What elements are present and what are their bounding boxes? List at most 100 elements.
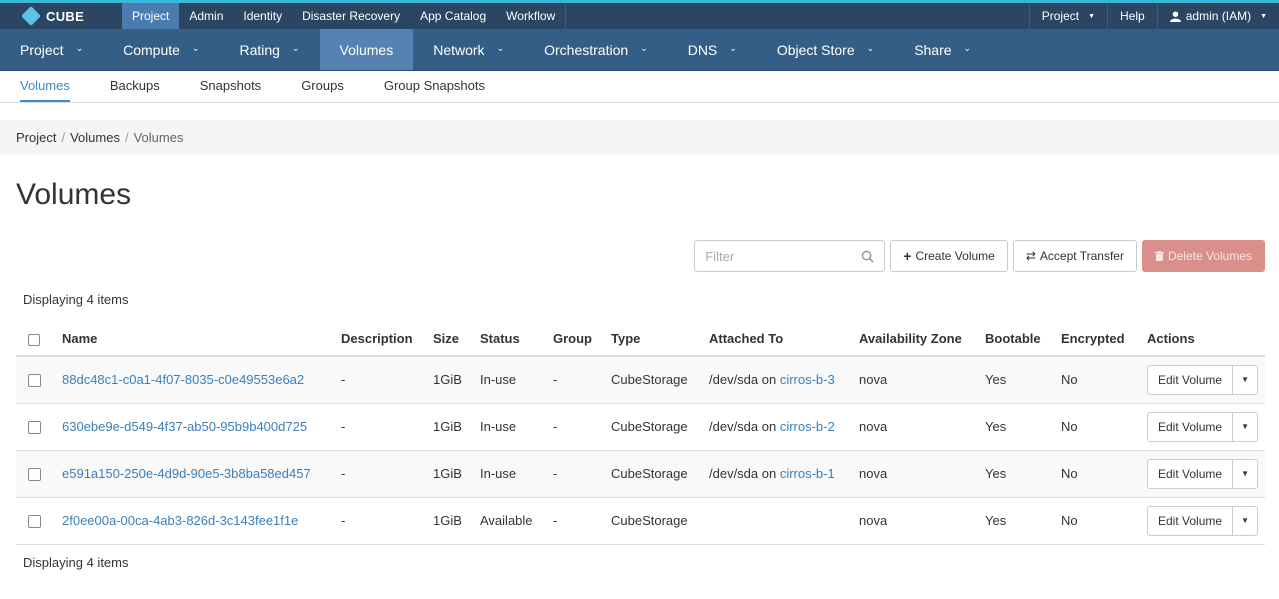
volume-attached-to: /dev/sda on cirros-b-3 xyxy=(703,356,853,404)
volume-status: In-use xyxy=(474,403,547,451)
top-menu-app-catalog[interactable]: App Catalog xyxy=(410,3,496,29)
row-checkbox[interactable] xyxy=(28,421,41,435)
edit-volume-button[interactable]: Edit Volume xyxy=(1147,505,1234,536)
create-volume-button[interactable]: + Create Volume xyxy=(890,240,1008,272)
accept-transfer-button[interactable]: ⇄ Accept Transfer xyxy=(1012,240,1137,272)
chevron-down-icon: ⌄ xyxy=(729,43,737,53)
caret-down-icon[interactable]: ▼ xyxy=(1233,505,1259,536)
table-row: 2f0ee00a-00ca-4ab3-826d-3c143fee1f1e - 1… xyxy=(16,497,1265,545)
col-status[interactable]: Status xyxy=(474,322,547,357)
col-encrypted[interactable]: Encrypted xyxy=(1055,322,1141,357)
create-volume-label: Create Volume xyxy=(915,249,995,263)
volume-name-link[interactable]: 630ebe9e-d549-4f37-ab50-95b9b400d725 xyxy=(62,419,307,434)
edit-volume-button[interactable]: Edit Volume xyxy=(1147,411,1234,442)
volume-name-link[interactable]: e591a150-250e-4d9d-90e5-3b8ba58ed457 xyxy=(62,466,311,481)
volume-description: - xyxy=(335,497,427,545)
nav-dns[interactable]: DNS ⌄ xyxy=(668,29,757,70)
attached-instance-link[interactable]: cirros-b-2 xyxy=(780,419,835,434)
nav-dns-label: DNS xyxy=(687,41,718,58)
attached-device: /dev/sda on xyxy=(709,419,780,434)
tab-group-snapshots[interactable]: Group Snapshots xyxy=(384,71,485,102)
caret-down-icon[interactable]: ▼ xyxy=(1233,411,1259,442)
breadcrumb: Project / Volumes / Volumes xyxy=(0,120,1279,155)
nav-project[interactable]: Project ⌄ xyxy=(0,29,103,70)
col-group[interactable]: Group xyxy=(547,322,605,357)
nav-compute-label: Compute xyxy=(123,41,180,58)
nav-network[interactable]: Network ⌄ xyxy=(413,29,524,70)
search-icon[interactable] xyxy=(861,250,874,263)
volume-type: CubeStorage xyxy=(605,450,703,498)
select-all-checkbox[interactable] xyxy=(28,333,40,346)
chevron-down-icon: ⌄ xyxy=(496,43,505,53)
col-attached-to[interactable]: Attached To xyxy=(703,322,853,357)
row-checkbox[interactable] xyxy=(28,374,41,388)
volume-type: CubeStorage xyxy=(605,497,703,545)
chevron-down-icon: ⌄ xyxy=(291,43,300,53)
volume-attached-to: /dev/sda on cirros-b-2 xyxy=(703,403,853,451)
col-type[interactable]: Type xyxy=(605,322,703,357)
filter-box xyxy=(694,240,886,272)
edit-volume-button[interactable]: Edit Volume xyxy=(1147,458,1234,489)
filter-input[interactable] xyxy=(705,248,846,264)
nav-object-store[interactable]: Object Store ⌄ xyxy=(757,29,894,70)
volume-zone: nova xyxy=(853,356,979,404)
user-icon xyxy=(1169,10,1181,22)
row-select-cell xyxy=(16,403,56,451)
table-actions: + Create Volume ⇄ Accept Transfer Delete… xyxy=(0,240,1265,272)
chevron-down-icon: ⌄ xyxy=(191,43,200,53)
volume-bootable: Yes xyxy=(979,356,1055,404)
col-availability-zone[interactable]: Availability Zone xyxy=(853,322,979,357)
row-checkbox[interactable] xyxy=(28,515,41,529)
top-menu-identity[interactable]: Identity xyxy=(233,3,292,29)
tab-snapshots[interactable]: Snapshots xyxy=(200,71,261,102)
row-checkbox[interactable] xyxy=(28,468,41,482)
attached-instance-link[interactable]: cirros-b-1 xyxy=(780,466,835,481)
volume-name-link[interactable]: 2f0ee00a-00ca-4ab3-826d-3c143fee1f1e xyxy=(62,513,298,528)
project-selector-label: Project xyxy=(1041,9,1080,23)
delete-volumes-button[interactable]: Delete Volumes xyxy=(1141,240,1265,272)
volume-zone: nova xyxy=(853,403,979,451)
row-actions-cell: Edit Volume ▼ xyxy=(1141,450,1265,498)
breadcrumb-project[interactable]: Project xyxy=(16,130,56,145)
breadcrumb-volumes[interactable]: Volumes xyxy=(70,130,120,145)
nav-rating[interactable]: Rating ⌄ xyxy=(219,29,319,70)
edit-volume-button[interactable]: Edit Volume xyxy=(1147,364,1234,395)
nav-compute[interactable]: Compute ⌄ xyxy=(103,29,219,70)
project-selector[interactable]: Project ▼ xyxy=(1028,3,1107,29)
help-link[interactable]: Help xyxy=(1107,3,1157,29)
top-menu-admin[interactable]: Admin xyxy=(179,3,233,29)
brand-logo[interactable]: CUBE xyxy=(0,3,122,29)
col-bootable[interactable]: Bootable xyxy=(979,322,1055,357)
table-row: 88dc48c1-c0a1-4f07-8035-c0e49553e6a2 - 1… xyxy=(16,356,1265,404)
item-count-top: Displaying 4 items xyxy=(23,292,129,307)
col-size[interactable]: Size xyxy=(427,322,474,357)
brand-name: CUBE xyxy=(46,8,85,24)
nav-share[interactable]: Share ⌄ xyxy=(894,29,991,70)
col-description[interactable]: Description xyxy=(335,322,427,357)
volume-group: - xyxy=(547,356,605,404)
volume-bootable: Yes xyxy=(979,450,1055,498)
volume-name-link[interactable]: 88dc48c1-c0a1-4f07-8035-c0e49553e6a2 xyxy=(62,372,304,387)
nav-orchestration[interactable]: Orchestration ⌄ xyxy=(524,29,668,70)
volume-status: In-use xyxy=(474,450,547,498)
plus-icon: + xyxy=(903,248,912,264)
volume-status: Available xyxy=(474,497,547,545)
tab-volumes[interactable]: Volumes xyxy=(20,71,70,102)
table-row: 630ebe9e-d549-4f37-ab50-95b9b400d725 - 1… xyxy=(16,403,1265,451)
nav-volumes[interactable]: Volumes xyxy=(319,29,414,70)
caret-down-icon[interactable]: ▼ xyxy=(1233,364,1259,395)
tab-backups[interactable]: Backups xyxy=(110,71,160,102)
top-menu-workflow[interactable]: Workflow xyxy=(496,3,565,29)
attached-instance-link[interactable]: cirros-b-3 xyxy=(780,372,835,387)
col-name[interactable]: Name xyxy=(56,322,335,357)
user-menu[interactable]: admin (IAM) ▼ xyxy=(1156,3,1279,29)
row-action-group: Edit Volume ▼ xyxy=(1147,364,1259,395)
nav-object-store-label: Object Store xyxy=(776,41,855,58)
tab-groups[interactable]: Groups xyxy=(301,71,344,102)
caret-down-icon: ▼ xyxy=(1260,12,1267,20)
top-menu-disaster-recovery[interactable]: Disaster Recovery xyxy=(292,3,410,29)
caret-down-icon[interactable]: ▼ xyxy=(1233,458,1259,489)
nav-volumes-label: Volumes xyxy=(339,41,394,58)
top-menu-project[interactable]: Project xyxy=(122,3,180,29)
user-menu-label: admin (IAM) xyxy=(1185,9,1252,23)
